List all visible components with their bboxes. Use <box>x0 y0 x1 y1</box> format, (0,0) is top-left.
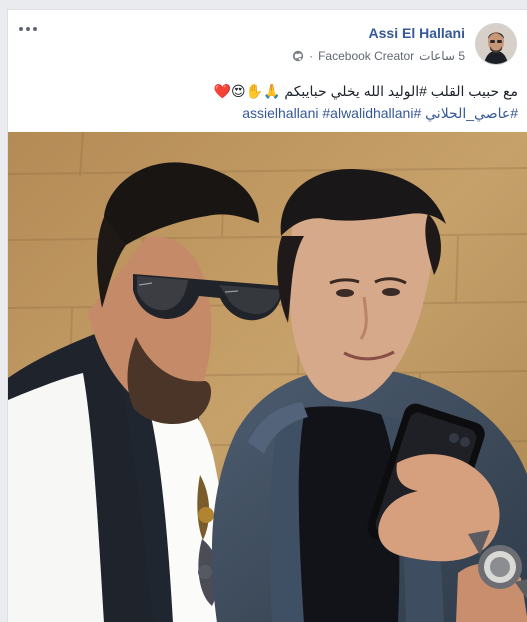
caption-text: مع حبيب القلب #الوليد الله يخلي حبايبكم … <box>213 83 518 99</box>
more-options-button[interactable] <box>14 21 42 37</box>
hashtag-link[interactable]: #عاصي_الحلاني <box>425 105 518 121</box>
post-header: Assi El Hallani · Facebook Creator 5 ساع… <box>8 10 527 72</box>
author-name-link[interactable]: Assi El Hallani <box>369 25 465 41</box>
hashtag-line: #عاصي_الحلاني #assielhallani #alwalidhal… <box>18 102 518 124</box>
post-timestamp-link[interactable]: 5 ساعات <box>419 49 465 63</box>
hashtag-link[interactable]: #alwalidhallani <box>322 105 413 121</box>
dot-icon <box>19 27 23 31</box>
meta-separator: · <box>309 49 314 63</box>
post-photo[interactable] <box>8 132 527 622</box>
selfie-photo <box>8 132 527 622</box>
post-source: Facebook Creator <box>318 49 415 63</box>
dot-icon <box>33 27 37 31</box>
post-meta: · Facebook Creator 5 ساعات <box>292 48 465 64</box>
avatar-image <box>476 24 516 64</box>
author-avatar[interactable] <box>475 23 517 65</box>
post-caption: مع حبيب القلب #الوليد الله يخلي حبايبكم … <box>18 80 518 124</box>
dot-icon <box>26 27 30 31</box>
globe-icon[interactable] <box>292 50 304 62</box>
facebook-post-card: Assi El Hallani · Facebook Creator 5 ساع… <box>7 9 527 622</box>
